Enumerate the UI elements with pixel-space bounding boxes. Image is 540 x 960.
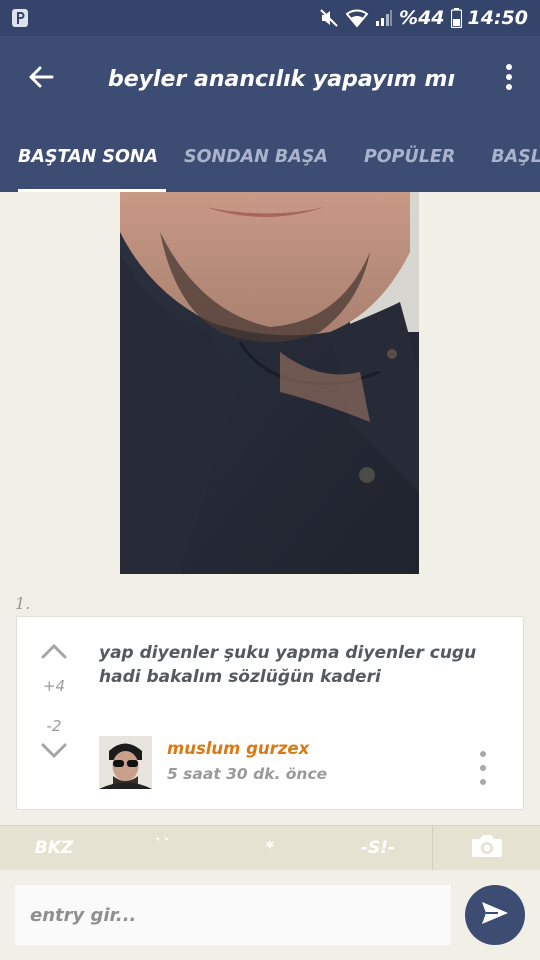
chevron-down-icon	[41, 743, 67, 763]
signal-icon	[375, 9, 393, 27]
mute-icon	[319, 8, 339, 28]
tab-sondan-basa[interactable]: SONDAN BAŞA	[184, 122, 328, 192]
battery-percent: %44	[399, 7, 445, 29]
tab-populer[interactable]: POPÜLER	[364, 122, 455, 192]
hede-button[interactable]: ``	[108, 826, 216, 871]
author-link[interactable]: muslum gurzex	[167, 739, 309, 758]
wifi-icon	[345, 8, 369, 28]
star-button[interactable]: *	[216, 826, 324, 871]
send-icon	[480, 900, 510, 930]
sort-tabs: BAŞTAN SONA SONDAN BAŞA POPÜLER BAŞLIK	[0, 122, 540, 192]
entry-photo[interactable]	[120, 192, 419, 574]
vote-column: +4 -2	[17, 617, 91, 811]
battery-icon	[450, 8, 462, 28]
entry-input[interactable]	[15, 885, 451, 945]
app-header: beyler anancılık yapayım mı	[0, 36, 540, 122]
topic-title: beyler anancılık yapayım mı	[108, 66, 455, 92]
camera-icon	[471, 833, 503, 864]
camera-button[interactable]	[433, 826, 540, 871]
tab-bastan-sona[interactable]: BAŞTAN SONA	[18, 122, 166, 192]
back-button[interactable]	[0, 36, 82, 122]
composer	[0, 870, 540, 960]
tab-baslik[interactable]: BAŞLIK	[491, 122, 540, 192]
spoiler-button[interactable]: -S!-	[324, 826, 432, 871]
downvote-button[interactable]	[41, 743, 67, 763]
entry-timestamp: 5 saat 30 dk. önce	[167, 765, 328, 783]
bkz-button[interactable]: BKZ	[0, 826, 108, 871]
status-bar: %44 14:50	[0, 0, 540, 36]
entry-card: +4 -2 yap diyenler şuku yapma diyenler c…	[16, 616, 524, 810]
clock: 14:50	[467, 7, 528, 29]
chevron-up-icon	[41, 643, 67, 663]
overflow-menu-button[interactable]	[478, 36, 540, 122]
avatar[interactable]	[99, 736, 152, 789]
arrow-left-icon	[28, 65, 54, 93]
entry-index: 1.	[15, 594, 31, 613]
downvote-count: -2	[46, 717, 62, 735]
upvote-button[interactable]	[41, 643, 67, 663]
upvote-count: +4	[42, 677, 66, 695]
send-button[interactable]	[465, 885, 525, 945]
app-notification-icon	[12, 9, 28, 27]
more-vertical-icon	[505, 64, 513, 94]
entry-more-vertical-icon[interactable]	[473, 751, 493, 785]
format-toolbar: BKZ `` * -S!-	[0, 825, 540, 871]
entry-text: yap diyenler şuku yapma diyenler cugu ha…	[99, 643, 477, 687]
